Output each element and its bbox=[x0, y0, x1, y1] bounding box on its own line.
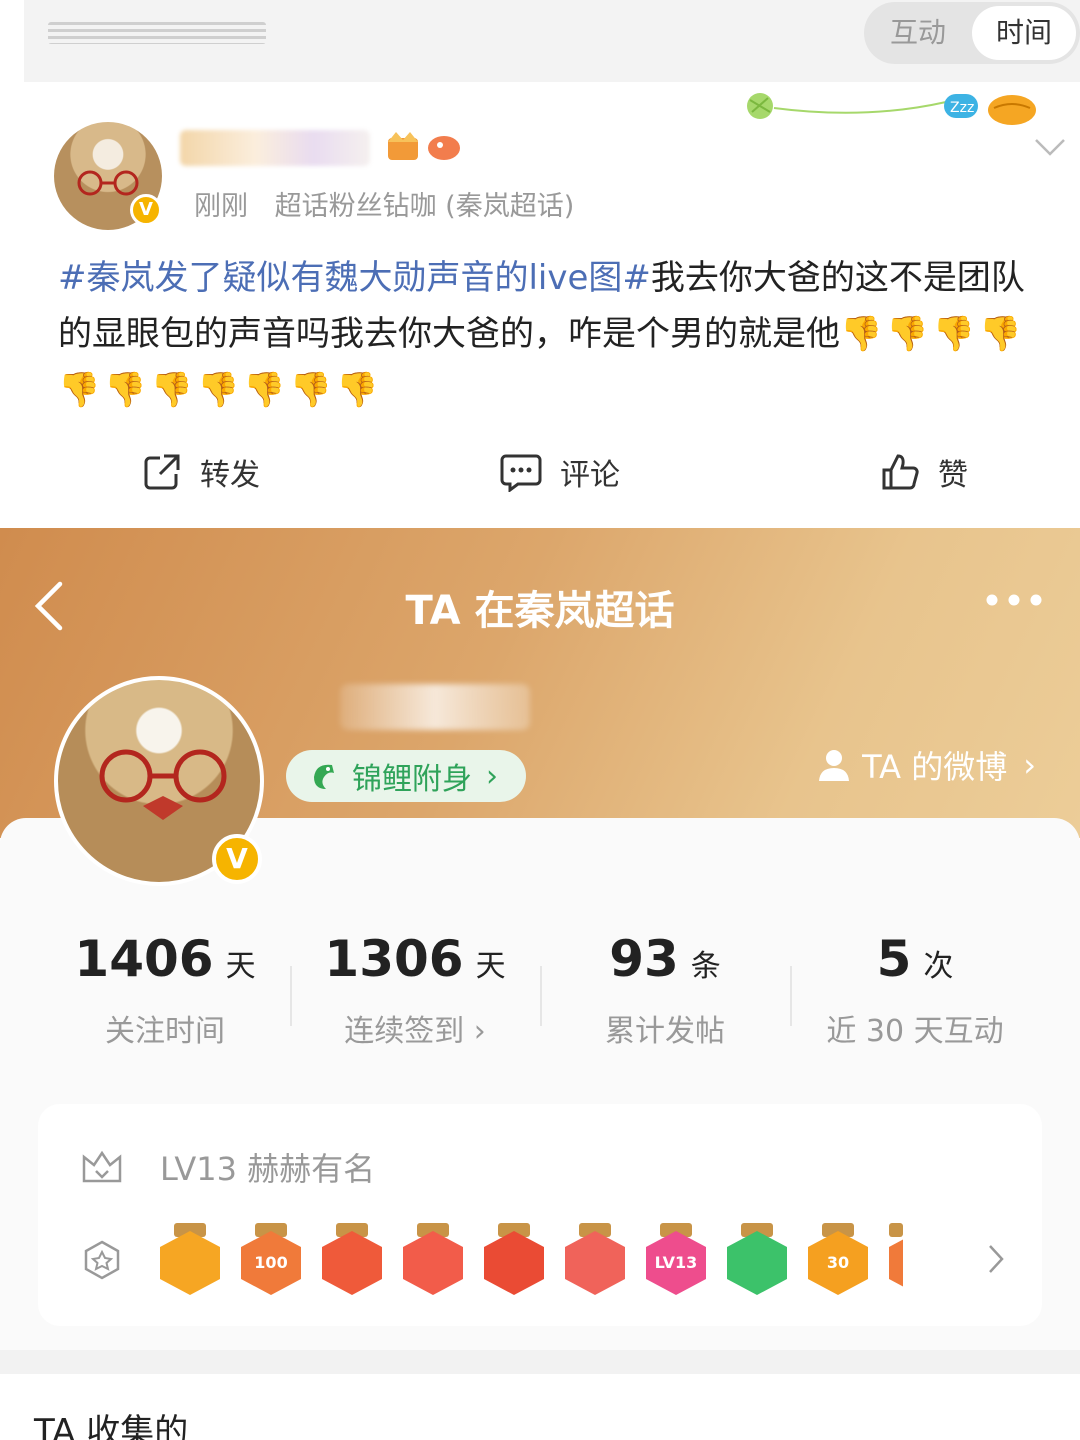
stat-interactions: 5次 近 30 天互动 bbox=[790, 930, 1040, 1050]
stat-value: 1406 bbox=[74, 930, 214, 988]
section-gap bbox=[0, 1350, 1080, 1374]
koi-chevron-icon: › bbox=[486, 758, 498, 794]
stat-follow-days: 1406 天 关注时间 bbox=[40, 930, 290, 1050]
medal-badge[interactable] bbox=[322, 1223, 382, 1297]
ta-weibo-chevron-icon: › bbox=[1023, 746, 1036, 784]
comment-button[interactable]: 评论 bbox=[500, 442, 620, 502]
medal-text: LV13 bbox=[654, 1253, 698, 1272]
glasses-icon bbox=[99, 749, 227, 820]
sort-segment-control[interactable]: 互动 时间 bbox=[864, 2, 1080, 64]
chevron-right-icon[interactable] bbox=[986, 1242, 1006, 1276]
page-title: TA 在秦岚超话 bbox=[405, 588, 675, 634]
medal-badge[interactable]: LV13 bbox=[646, 1223, 706, 1297]
level-row[interactable]: LV13 赫赫有名 bbox=[80, 1144, 375, 1190]
sleeping-cat-decoration: Zzz bbox=[747, 93, 1036, 125]
medal-badge[interactable]: 30 bbox=[808, 1223, 868, 1297]
stat-label: 累计发帖 bbox=[605, 1014, 725, 1049]
comment-label: 评论 bbox=[560, 458, 620, 493]
medal-text: 30 bbox=[826, 1253, 850, 1272]
koi-label: 锦鲤附身 bbox=[352, 762, 472, 797]
person-icon bbox=[819, 750, 850, 781]
medal-badge[interactable]: 100 bbox=[241, 1223, 301, 1297]
more-options-icon[interactable] bbox=[984, 592, 1044, 608]
stat-label: 近 30 天互动 bbox=[826, 1014, 1004, 1049]
author-name-redacted[interactable] bbox=[180, 130, 370, 166]
medal-badge[interactable] bbox=[565, 1223, 625, 1297]
stat-label: 连续签到 › bbox=[344, 1014, 486, 1049]
repost-button[interactable]: 转发 bbox=[142, 442, 260, 502]
segment-time[interactable]: 时间 bbox=[972, 6, 1076, 60]
post-meta: 刚刚 超话粉丝钻咖 (秦岚超话) bbox=[194, 184, 592, 223]
ta-weibo-label: TA 的微博 bbox=[862, 748, 1008, 786]
hashtag-link[interactable]: #秦岚发了疑似有魏大勋声音的live图# bbox=[58, 258, 651, 298]
share-icon bbox=[144, 454, 180, 490]
verified-badge: V bbox=[212, 834, 262, 884]
verified-badge: V bbox=[130, 194, 162, 226]
level-crown-icon bbox=[82, 1150, 122, 1183]
medal-text: 100 bbox=[254, 1253, 288, 1272]
collected-section-title: TA 收集的 bbox=[34, 1412, 189, 1440]
post-source[interactable]: 超话粉丝钻咖 (秦岚超话) bbox=[275, 191, 575, 222]
stat-value: 5 bbox=[876, 930, 912, 988]
fan-badge-icon bbox=[388, 132, 460, 160]
medal-strip[interactable]: 100 LV13 30 bbox=[80, 1220, 980, 1300]
badges-card: LV13 赫赫有名 100 LV13 30 bbox=[38, 1104, 1042, 1326]
svg-text:Zzz: Zzz bbox=[950, 100, 974, 116]
stats-row: 1406 天 关注时间 1306 天 连续签到 › 93 条 累计发帖 5次 近 30… bbox=[40, 930, 1040, 1070]
like-button[interactable]: 赞 bbox=[880, 442, 968, 502]
vip-icons bbox=[386, 130, 466, 171]
stat-unit: 天 bbox=[225, 949, 256, 984]
stat-posts: 93 条 累计发帖 bbox=[540, 930, 790, 1050]
koi-fish-icon bbox=[314, 764, 334, 789]
like-label: 赞 bbox=[938, 458, 968, 493]
post-actions: 转发 评论 赞 bbox=[24, 442, 1080, 502]
ta-weibo-link[interactable]: TA 的微博 › bbox=[816, 742, 1036, 788]
stat-value: 1306 bbox=[324, 930, 464, 988]
medal-icon bbox=[84, 1240, 120, 1280]
medal-badge-partial[interactable] bbox=[889, 1223, 903, 1297]
medal-badge[interactable] bbox=[403, 1223, 463, 1297]
top-bar: 互动 时间 bbox=[24, 0, 1080, 82]
comment-icon bbox=[500, 454, 542, 492]
stat-label: 关注时间 bbox=[105, 1014, 225, 1049]
stat-unit: 天 bbox=[475, 949, 506, 984]
medal-badge[interactable] bbox=[484, 1223, 544, 1297]
medal-badge[interactable] bbox=[727, 1223, 787, 1297]
level-text: LV13 赫赫有名 bbox=[160, 1150, 376, 1188]
koi-badge[interactable]: 锦鲤附身 › bbox=[286, 750, 526, 802]
stat-value: 93 bbox=[609, 930, 679, 988]
segment-interaction[interactable]: 互动 bbox=[868, 2, 968, 64]
post-time: 刚刚 bbox=[194, 191, 248, 222]
medal-badge[interactable] bbox=[160, 1223, 220, 1297]
stat-checkin-days[interactable]: 1306 天 连续签到 › bbox=[290, 930, 540, 1050]
thumbs-up-icon bbox=[882, 454, 919, 490]
repost-label: 转发 bbox=[200, 458, 260, 493]
post-body: #秦岚发了疑似有魏大勋声音的live图#我去你大爸的这不是团队的显眼包的声音吗我… bbox=[58, 250, 1048, 418]
chevron-down-icon[interactable] bbox=[1030, 132, 1070, 162]
post-card: Zzz V 刚刚 超话粉丝钻咖 (秦岚超话) #秦岚发了疑似有魏大勋声音的liv… bbox=[24, 82, 1080, 522]
stat-unit: 次 bbox=[923, 949, 954, 984]
profile-name-redacted bbox=[340, 684, 530, 730]
glasses-icon bbox=[77, 170, 139, 196]
stat-unit: 条 bbox=[690, 949, 721, 984]
redacted-scribble bbox=[48, 22, 266, 44]
